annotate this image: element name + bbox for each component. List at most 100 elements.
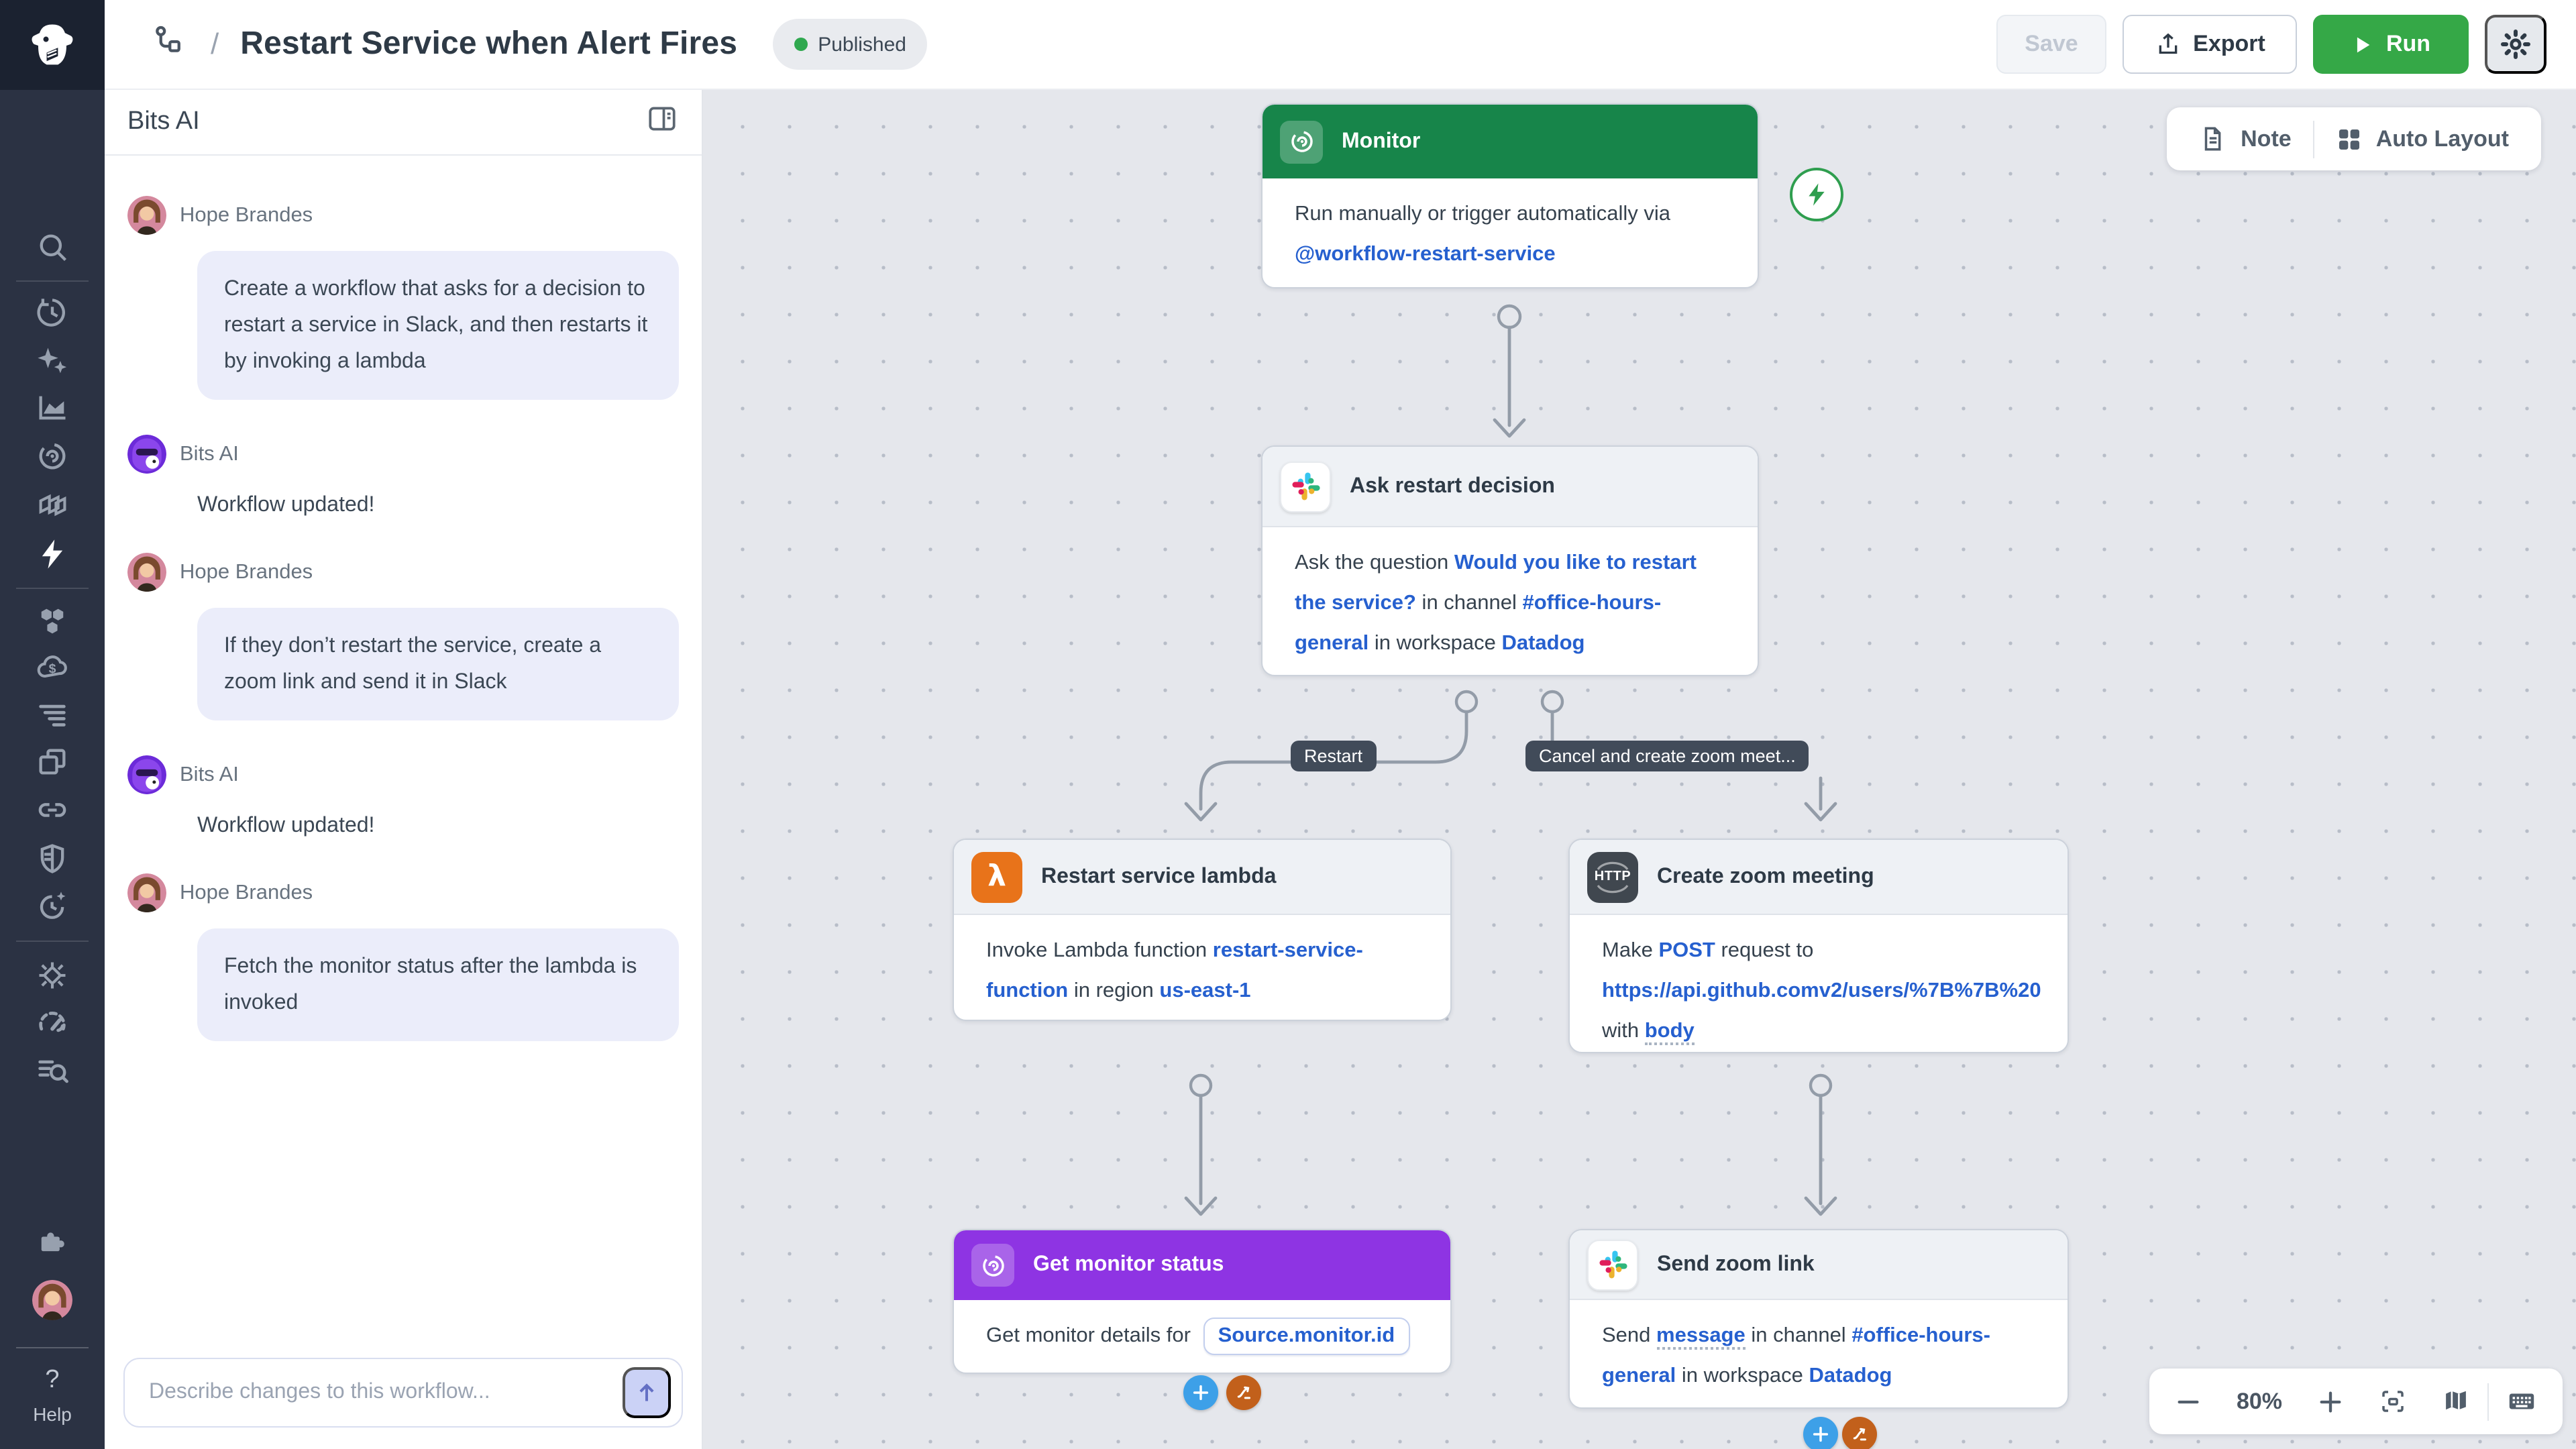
node-header: Monitor xyxy=(1263,105,1758,178)
canvas-tools: Note Auto Layout xyxy=(2167,107,2541,170)
node-create-zoom-meeting[interactable]: HTTP Create zoom meeting Make POST reque… xyxy=(1568,839,2069,1053)
run-button[interactable]: Run xyxy=(2313,15,2469,74)
quick-action-button[interactable] xyxy=(1226,1375,1261,1410)
note-label: Note xyxy=(2241,125,2292,152)
help-icon[interactable]: ? xyxy=(0,1366,105,1395)
chat-assistant-message: Workflow updated! xyxy=(197,814,679,839)
trigger-badge[interactable] xyxy=(1790,168,1843,221)
page-title: Restart Service when Alert Fires xyxy=(240,25,737,63)
node-get-monitor-status[interactable]: Get monitor status Get monitor details f… xyxy=(953,1229,1452,1374)
add-step-button[interactable] xyxy=(1183,1375,1218,1410)
keyboard-shortcuts-button[interactable] xyxy=(2489,1368,2555,1434)
run-label: Run xyxy=(2386,31,2430,58)
node-description: Send message in channel #office-hours-ge… xyxy=(1570,1300,2068,1409)
chat-author-name: Bits AI xyxy=(180,763,239,787)
chat-input-row xyxy=(123,1358,683,1428)
chat-input[interactable] xyxy=(146,1379,623,1406)
node-header: Get monitor status xyxy=(954,1230,1450,1300)
bits-ai-avatar xyxy=(127,435,166,474)
edge-http-to-send-zoom xyxy=(1806,1075,1835,1214)
collapse-panel-icon[interactable] xyxy=(645,102,679,142)
chat-message-author-row: Hope Brandes xyxy=(127,196,679,235)
export-label: Export xyxy=(2193,31,2265,58)
node-title: Get monitor status xyxy=(1033,1253,1224,1277)
note-button[interactable]: Note xyxy=(2178,107,2313,170)
metrics-chart-icon[interactable] xyxy=(35,390,70,425)
save-button[interactable]: Save xyxy=(1996,15,2106,74)
edge-label-cancel[interactable]: Cancel and create zoom meet... xyxy=(1525,741,1809,771)
infrastructure-icon[interactable] xyxy=(35,604,70,639)
node-description: Invoke Lambda function restart-service-f… xyxy=(954,915,1450,1021)
zoom-level[interactable]: 80% xyxy=(2219,1368,2300,1434)
scheduled-tasks-icon[interactable] xyxy=(35,888,70,923)
performance-gauge-icon[interactable] xyxy=(35,1005,70,1040)
apps-icon[interactable] xyxy=(35,745,70,780)
plus-icon xyxy=(1811,1425,1830,1444)
minimap-button[interactable] xyxy=(2424,1368,2487,1434)
cloud-cost-icon[interactable]: $ xyxy=(35,651,70,686)
node-restart-service-lambda[interactable]: λ Restart service lambda Invoke Lambda f… xyxy=(953,839,1452,1021)
settings-button[interactable] xyxy=(2485,15,2546,74)
left-nav-rail: $ xyxy=(0,0,105,1449)
top-bar-actions: Save Export Run xyxy=(1996,15,2576,74)
send-message-button[interactable] xyxy=(623,1367,671,1418)
security-shield-icon[interactable] xyxy=(35,841,70,876)
user-avatar[interactable] xyxy=(32,1280,72,1320)
chat-author-name: Hope Brandes xyxy=(180,560,313,584)
svg-text:$: $ xyxy=(49,661,56,676)
monitors-icon[interactable] xyxy=(35,439,70,474)
add-step-button[interactable] xyxy=(1803,1417,1838,1449)
bug-icon[interactable] xyxy=(35,958,70,993)
http-request-icon: HTTP xyxy=(1587,851,1638,902)
integrations-link-icon[interactable] xyxy=(35,793,70,828)
dashboards-icon[interactable] xyxy=(35,487,70,522)
export-button[interactable]: Export xyxy=(2123,15,2297,74)
node-title: Restart service lambda xyxy=(1041,865,1276,889)
workflow-automation-icon[interactable] xyxy=(35,537,70,572)
fit-to-screen-button[interactable] xyxy=(2361,1368,2424,1434)
datadog-logo[interactable] xyxy=(0,0,105,90)
node-title: Send zoom link xyxy=(1657,1252,1815,1277)
datadog-monitor-icon xyxy=(971,1244,1014,1287)
bits-ai-header: Bits AI xyxy=(105,90,702,156)
plus-icon xyxy=(1191,1383,1210,1402)
auto-layout-button[interactable]: Auto Layout xyxy=(2314,107,2530,170)
sparkles-icon[interactable] xyxy=(35,343,70,378)
bits-ai-title: Bits AI xyxy=(127,107,200,137)
log-search-icon[interactable] xyxy=(35,1053,70,1088)
node-ask-restart-decision[interactable]: Ask restart decision Ask the question Wo… xyxy=(1261,445,1759,676)
user-avatar xyxy=(127,553,166,592)
node-description: Run manually or trigger automatically vi… xyxy=(1263,178,1758,288)
node-header: Ask restart decision xyxy=(1263,447,1758,527)
node-send-zoom-link[interactable]: Send zoom link Send message in channel #… xyxy=(1568,1229,2069,1409)
rail-divider xyxy=(16,1347,89,1348)
edge-label-restart[interactable]: Restart xyxy=(1291,741,1376,771)
trend-icon xyxy=(1234,1383,1254,1403)
history-icon[interactable] xyxy=(35,295,70,330)
workflow-canvas[interactable]: Restart Cancel and create zoom meet... M… xyxy=(703,90,2576,1449)
zoom-in-button[interactable] xyxy=(2300,1368,2361,1434)
chat-author-name: Hope Brandes xyxy=(180,881,313,905)
chat-message-list: Hope Brandes Create a workflow that asks… xyxy=(105,156,702,1328)
workflow-breadcrumb-icon[interactable] xyxy=(150,23,186,66)
zoom-out-button[interactable] xyxy=(2157,1368,2219,1434)
node-monitor[interactable]: Monitor Run manually or trigger automati… xyxy=(1261,103,1759,288)
grid-icon xyxy=(2336,125,2363,152)
integrations-puzzle-icon[interactable] xyxy=(35,1224,70,1258)
logs-icon[interactable] xyxy=(35,696,70,731)
top-bar: / Restart Service when Alert Fires Publi… xyxy=(105,0,2576,90)
edge-lambda-to-get-monitor xyxy=(1186,1075,1216,1214)
search-icon[interactable] xyxy=(35,229,70,264)
chat-author-name: Bits AI xyxy=(180,442,239,466)
datadog-dog-icon xyxy=(24,17,80,73)
status-badge-label: Published xyxy=(818,33,906,56)
chat-user-message: If they don’t restart the service, creat… xyxy=(197,608,679,720)
map-icon xyxy=(2442,1387,2470,1415)
user-avatar xyxy=(127,196,166,235)
slack-icon xyxy=(1587,1239,1638,1290)
node-header: HTTP Create zoom meeting xyxy=(1570,840,2068,915)
quick-action-button[interactable] xyxy=(1842,1417,1877,1449)
help-label[interactable]: Help xyxy=(0,1403,105,1425)
chat-user-message: Fetch the monitor status after the lambd… xyxy=(197,928,679,1041)
fit-screen-icon xyxy=(2379,1387,2407,1415)
